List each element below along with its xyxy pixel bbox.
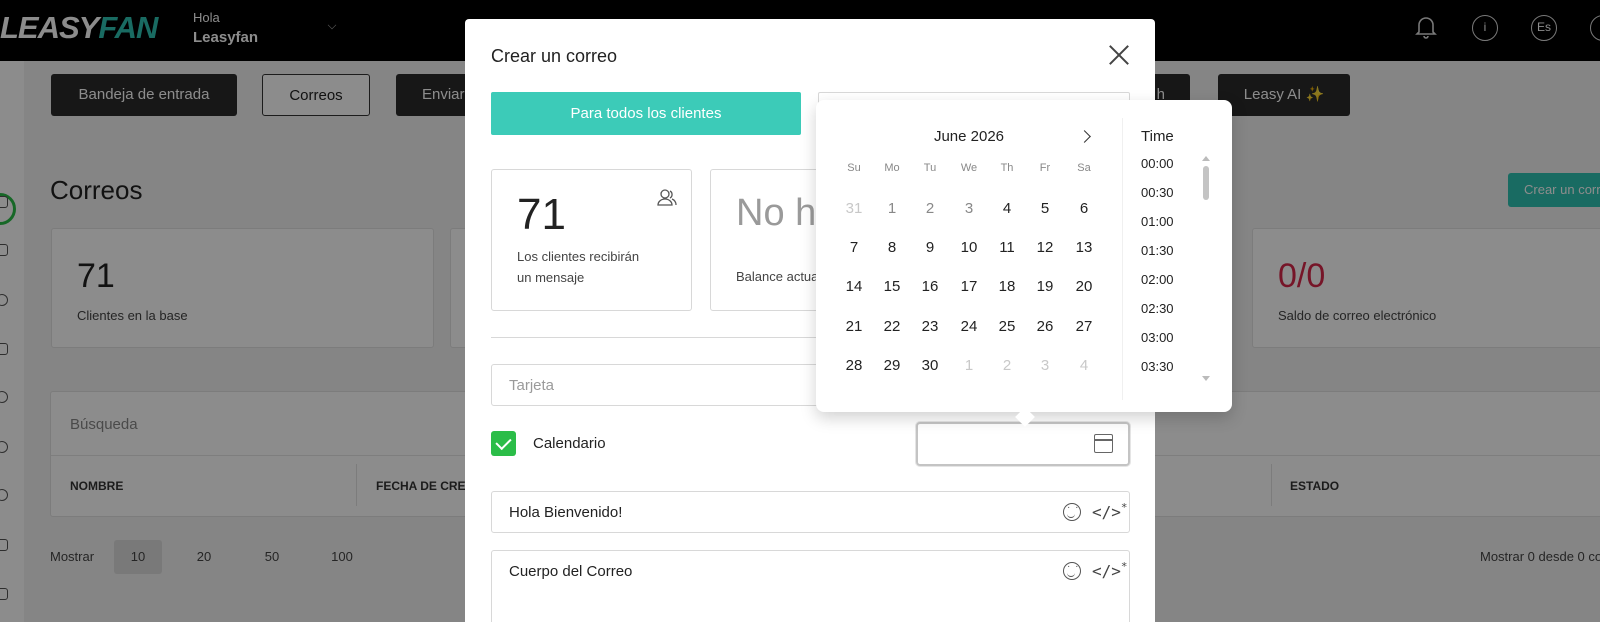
calendar-day[interactable]: 10 xyxy=(950,239,988,256)
calendar-day[interactable]: 30 xyxy=(911,357,949,374)
calendar-day[interactable]: 4 xyxy=(988,200,1026,217)
time-option[interactable]: 00:00 xyxy=(1141,156,1174,171)
weekday-label: Fr xyxy=(1039,162,1051,174)
calendar-day[interactable]: 16 xyxy=(911,278,949,295)
calendar-day[interactable]: 2 xyxy=(911,200,949,217)
calendar-day[interactable]: 13 xyxy=(1065,239,1103,256)
calendar-day[interactable]: 9 xyxy=(911,239,949,256)
calendar-day[interactable]: 25 xyxy=(988,318,1026,335)
calendar-day[interactable]: 18 xyxy=(988,278,1026,295)
date-picker-popup: June 2026 Time Su Mo Tu We Th Fr Sa 31 1 2 3 4 5 6 7 8 9… xyxy=(816,100,1232,427)
weekday-label: We xyxy=(960,162,978,174)
calendar-day[interactable]: 15 xyxy=(873,278,911,295)
time-scrollbar[interactable] xyxy=(1203,166,1209,200)
calendar-day[interactable]: 23 xyxy=(911,318,949,335)
time-option[interactable]: 03:00 xyxy=(1141,330,1174,345)
calendar-day[interactable]: 24 xyxy=(950,318,988,335)
calendar-day[interactable]: 4 xyxy=(1065,357,1103,374)
calendar-icon[interactable] xyxy=(1094,434,1113,453)
time-option[interactable]: 02:00 xyxy=(1141,272,1174,287)
calendar-day[interactable]: 29 xyxy=(873,357,911,374)
users-icon xyxy=(657,188,677,211)
code-icon[interactable]: </>* xyxy=(1092,560,1128,580)
code-icon[interactable]: </>* xyxy=(1092,501,1128,521)
scroll-up-icon[interactable] xyxy=(1202,156,1210,161)
calendar-day[interactable]: 21 xyxy=(835,318,873,335)
subject-value: Hola Bienvenido! xyxy=(509,504,623,521)
card-placeholder: Tarjeta xyxy=(509,377,555,394)
balance-label: Balance actual xyxy=(736,269,822,284)
body-field[interactable]: Cuerpo del Correo </>* xyxy=(491,550,1130,622)
calendar-day[interactable]: 20 xyxy=(1065,278,1103,295)
calendar-day[interactable]: 3 xyxy=(950,200,988,217)
weekday-label: Su xyxy=(847,162,861,174)
time-label: Time xyxy=(1141,128,1174,145)
calendar-label: Calendario xyxy=(533,435,606,452)
calendar-day[interactable]: 6 xyxy=(1065,200,1103,217)
time-option[interactable]: 01:00 xyxy=(1141,214,1174,229)
date-input[interactable] xyxy=(916,422,1130,466)
calendar-day[interactable]: 31 xyxy=(835,200,873,217)
calendar-day[interactable]: 27 xyxy=(1065,318,1103,335)
calendar-day[interactable]: 1 xyxy=(873,200,911,217)
weekday-label: Mo xyxy=(884,162,900,174)
calendar-checkbox[interactable] xyxy=(491,431,516,456)
recipients-count: 71 xyxy=(517,190,566,239)
calendar-day[interactable]: 8 xyxy=(873,239,911,256)
close-icon[interactable] xyxy=(1108,44,1130,66)
calendar-day[interactable]: 1 xyxy=(950,357,988,374)
weekday-label: Th xyxy=(1000,162,1014,174)
recipients-label: Los clientes recibirán un mensaje xyxy=(517,249,640,285)
calendar-day[interactable]: 11 xyxy=(988,239,1026,256)
calendar-day[interactable]: 3 xyxy=(1026,357,1064,374)
recipients-card: 71 Los clientes recibirán un mensaje xyxy=(491,169,692,311)
scroll-down-icon[interactable] xyxy=(1202,376,1210,381)
calendar-day[interactable]: 12 xyxy=(1026,239,1064,256)
calendar-day[interactable]: 14 xyxy=(835,278,873,295)
weekday-label: Tu xyxy=(923,162,937,174)
weekday-label: Sa xyxy=(1077,162,1091,174)
emoji-icon[interactable] xyxy=(1063,561,1081,580)
calendar-day[interactable]: 5 xyxy=(1026,200,1064,217)
subject-field[interactable]: Hola Bienvenido! </>* xyxy=(491,491,1130,533)
time-option[interactable]: 02:30 xyxy=(1141,301,1174,316)
emoji-icon[interactable] xyxy=(1063,502,1081,521)
calendar-day[interactable]: 2 xyxy=(988,357,1026,374)
month-label: June 2026 xyxy=(933,128,1005,145)
body-value: Cuerpo del Correo xyxy=(509,563,633,580)
time-option[interactable]: 01:30 xyxy=(1141,243,1174,258)
calendar-day[interactable]: 7 xyxy=(835,239,873,256)
divider xyxy=(1122,118,1123,400)
modal-title: Crear un correo xyxy=(491,46,618,66)
time-option[interactable]: 00:30 xyxy=(1141,185,1174,200)
calendar-day[interactable]: 19 xyxy=(1026,278,1064,295)
calendar-day[interactable]: 22 xyxy=(873,318,911,335)
time-option[interactable]: 03:30 xyxy=(1141,359,1174,374)
calendar-day[interactable]: 26 xyxy=(1026,318,1064,335)
all-clients-button[interactable]: Para todos los clientes xyxy=(491,92,801,135)
calendar-day[interactable]: 17 xyxy=(950,278,988,295)
calendar-day[interactable]: 28 xyxy=(835,357,873,374)
